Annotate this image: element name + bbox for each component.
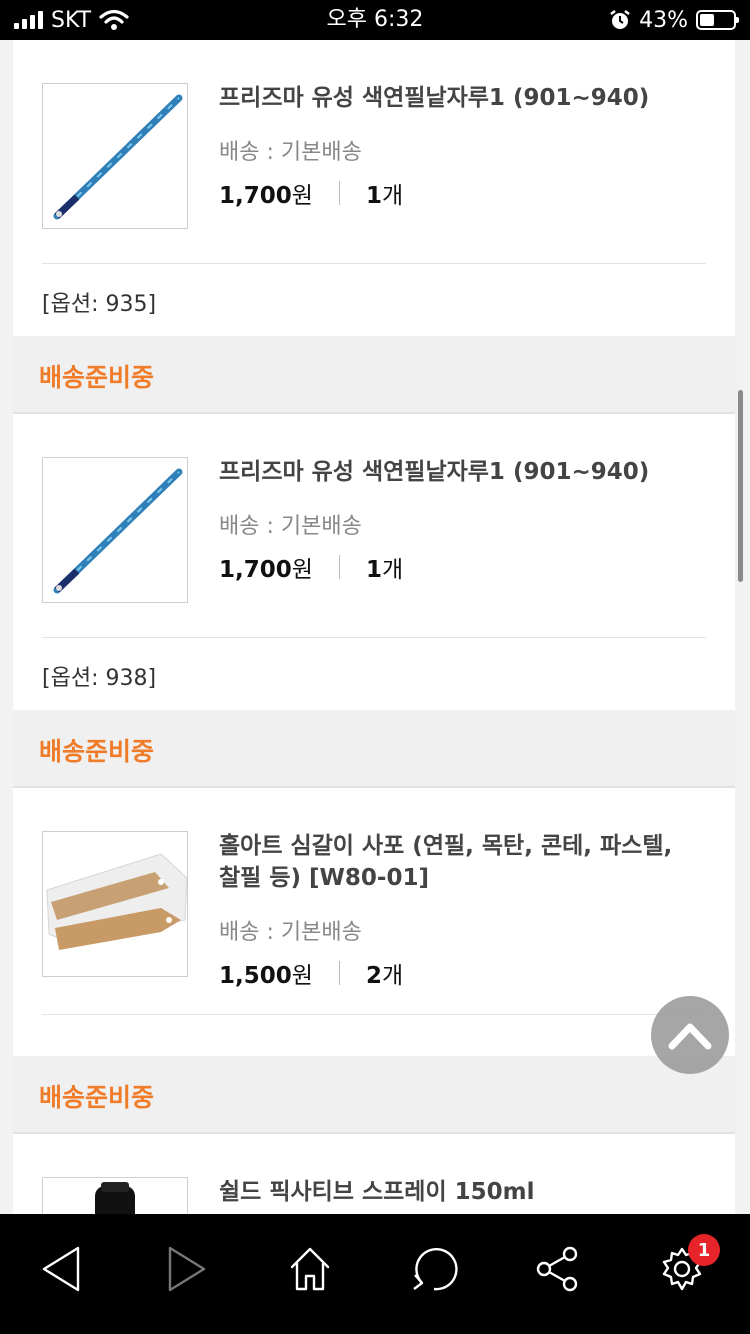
pencil-image — [53, 468, 183, 594]
quantity: 2개 — [365, 963, 404, 989]
home-button[interactable] — [260, 1214, 360, 1324]
spray-bottle-image — [95, 1182, 135, 1214]
quantity: 1개 — [365, 557, 404, 583]
product-thumbnail[interactable] — [42, 1177, 188, 1214]
share-button[interactable] — [508, 1214, 608, 1324]
status-right: 43% — [609, 6, 739, 34]
forward-icon — [168, 1246, 206, 1292]
price-qty-line: 1,700원 1개 — [219, 176, 403, 210]
back-icon — [42, 1246, 80, 1292]
shipping-info: 배송 : 기본배송 — [219, 140, 362, 165]
order-status: 배송준비중 — [13, 710, 735, 788]
refresh-icon — [413, 1247, 458, 1291]
notification-badge: 1 — [688, 1234, 720, 1266]
product-thumbnail[interactable] — [42, 457, 188, 603]
sandpaper-image — [46, 853, 187, 950]
alarm-icon — [610, 10, 630, 29]
product-name[interactable]: 쉴드 픽사티브 스프레이 150ml — [219, 1176, 709, 1208]
price: 1,500원 — [219, 963, 313, 989]
pencil-image — [53, 94, 183, 220]
order-list[interactable]: 프리즈마 유성 색연필낱자루1 (901~940) 배송 : 기본배송 1,70… — [13, 40, 735, 1214]
quantity: 1개 — [365, 183, 404, 209]
divider — [42, 1014, 706, 1015]
bottom-nav: 1 — [0, 1214, 750, 1334]
divider-bar — [338, 181, 340, 205]
option-label: [옵션: 938] — [42, 666, 157, 691]
divider-bar — [338, 555, 340, 579]
price-qty-line: 1,700원 1개 — [219, 550, 403, 584]
price-qty-line: 1,500원 2개 — [219, 956, 403, 990]
price: 1,700원 — [219, 183, 313, 209]
divider-bar — [338, 961, 340, 985]
divider — [42, 637, 706, 638]
product-name[interactable]: 프리즈마 유성 색연필낱자루1 (901~940) — [219, 456, 709, 488]
product-thumbnail[interactable] — [42, 831, 188, 977]
price: 1,700원 — [219, 557, 313, 583]
battery-icon — [696, 10, 739, 30]
product-name-line: 찰필 등) [W80-01] — [219, 865, 429, 891]
shipping-info: 배송 : 기본배송 — [219, 514, 362, 539]
scroll-to-top-button[interactable] — [651, 996, 729, 1074]
divider — [42, 263, 706, 264]
order-status: 배송준비중 — [13, 336, 735, 414]
order-item: 프리즈마 유성 색연필낱자루1 (901~940) 배송 : 기본배송 1,70… — [13, 414, 735, 710]
product-name[interactable]: 프리즈마 유성 색연필낱자루1 (901~940) — [219, 82, 709, 114]
order-item: 홀아트 심갈이 사포 (연필, 목탄, 콘테, 파스텔, 찰필 등) [W80-… — [13, 788, 735, 1056]
back-button[interactable] — [12, 1214, 112, 1324]
refresh-button[interactable] — [384, 1214, 484, 1324]
forward-button[interactable] — [136, 1214, 236, 1324]
settings-button[interactable]: 1 — [632, 1214, 732, 1324]
order-status: 배송준비중 — [13, 1056, 735, 1134]
battery-percent: 43% — [639, 7, 688, 33]
scrollbar[interactable] — [738, 390, 743, 582]
home-icon — [290, 1247, 330, 1291]
shipping-info: 배송 : 기본배송 — [219, 920, 362, 945]
chevron-up-icon — [668, 1023, 712, 1050]
product-name[interactable]: 홀아트 심갈이 사포 (연필, 목탄, 콘테, 파스텔, 찰필 등) [W80-… — [219, 830, 709, 894]
product-name-line: 홀아트 심갈이 사포 (연필, 목탄, 콘테, 파스텔, — [219, 833, 673, 859]
order-item: 쉴드 픽사티브 스프레이 150ml — [13, 1134, 735, 1214]
product-thumbnail[interactable] — [42, 83, 188, 229]
status-label: 배송준비중 — [39, 737, 155, 766]
status-label: 배송준비중 — [39, 363, 155, 392]
option-label: [옵션: 935] — [42, 292, 157, 317]
status-bar: SKT 오후 6:32 43% — [0, 0, 750, 40]
share-icon — [536, 1246, 578, 1292]
order-item: 프리즈마 유성 색연필낱자루1 (901~940) 배송 : 기본배송 1,70… — [13, 40, 735, 336]
status-label: 배송준비중 — [39, 1083, 155, 1112]
